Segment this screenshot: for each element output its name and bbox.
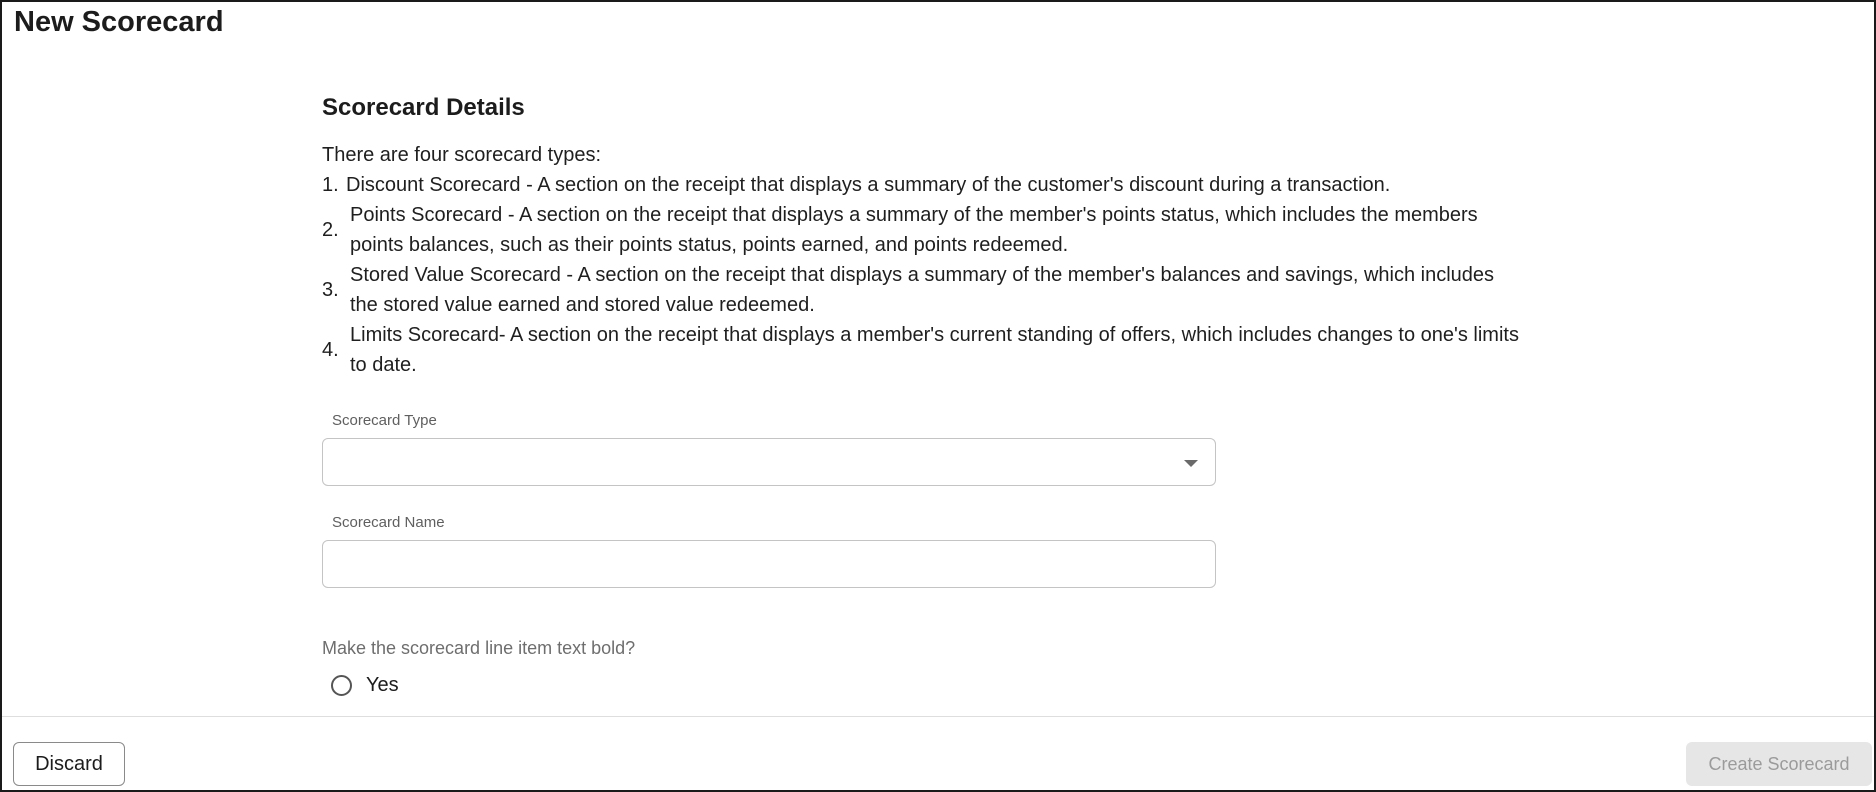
list-item-number: 2. xyxy=(322,219,339,241)
list-item: 2. Points Scorecard - A section on the r… xyxy=(322,200,1522,260)
bold-text-question: Make the scorecard line item text bold? xyxy=(322,638,636,658)
bold-yes-option[interactable]: Yes xyxy=(331,674,399,697)
footer-bar: Discard Create Scorecard xyxy=(2,716,1874,790)
section-title: Scorecard Details xyxy=(322,94,525,121)
list-item: 1. Discount Scorecard - A section on the… xyxy=(322,170,1522,200)
list-item-text: Limits Scorecard- A section on the recei… xyxy=(350,324,1519,376)
scorecard-types-intro: There are four scorecard types: xyxy=(322,144,602,166)
list-item-number: 4. xyxy=(322,339,339,361)
chevron-down-icon[interactable] xyxy=(1184,460,1198,467)
scorecard-type-label: Scorecard Type xyxy=(332,412,437,429)
scorecard-type-field: Scorecard Type xyxy=(322,412,1216,486)
scorecard-name-box xyxy=(322,540,1216,588)
radio-button-yes[interactable] xyxy=(331,675,352,696)
scorecard-type-select[interactable] xyxy=(322,438,1216,486)
list-item-text: Stored Value Scorecard - A section on th… xyxy=(350,264,1495,316)
list-item-number: 3. xyxy=(322,279,339,301)
create-scorecard-button[interactable]: Create Scorecard xyxy=(1686,742,1872,786)
discard-button[interactable]: Discard xyxy=(13,742,125,786)
scorecard-types-list: 1. Discount Scorecard - A section on the… xyxy=(322,170,1522,380)
list-item-number: 1. xyxy=(322,174,339,196)
page-title: New Scorecard xyxy=(14,6,224,38)
list-item: 4. Limits Scorecard- A section on the re… xyxy=(322,320,1522,380)
list-item: 3. Stored Value Scorecard - A section on… xyxy=(322,260,1522,320)
list-item-text: Points Scorecard - A section on the rece… xyxy=(350,204,1478,256)
new-scorecard-window: New Scorecard Scorecard Details There ar… xyxy=(0,0,1876,792)
scorecard-name-field: Scorecard Name xyxy=(322,514,1216,588)
list-item-text: Discount Scorecard - A section on the re… xyxy=(346,174,1391,196)
scorecard-details-section: Scorecard Details There are four scoreca… xyxy=(322,94,1522,380)
radio-label-yes[interactable]: Yes xyxy=(366,674,399,697)
scorecard-name-input[interactable] xyxy=(323,541,1215,587)
scorecard-name-label: Scorecard Name xyxy=(332,514,445,531)
